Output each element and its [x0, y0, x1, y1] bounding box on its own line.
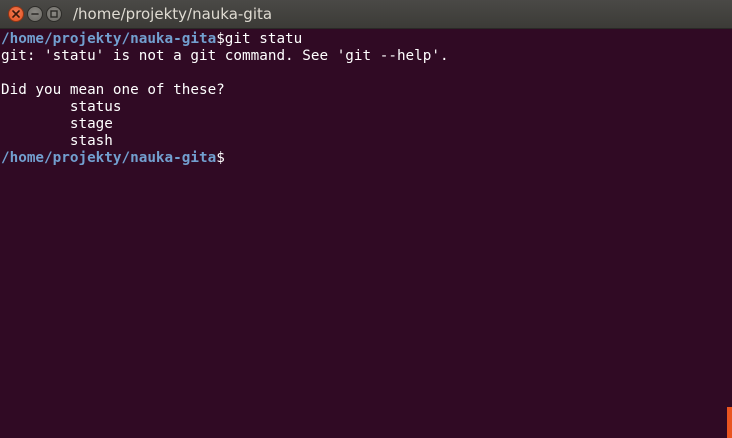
close-icon	[12, 10, 20, 18]
minimize-button[interactable]	[27, 6, 43, 22]
prompt-path: /home/projekty/nauka-gita	[1, 31, 217, 47]
error-line: git: 'statu' is not a git command. See '…	[1, 48, 449, 64]
resize-handle[interactable]	[727, 407, 732, 438]
suggestion-item: status	[1, 99, 122, 115]
command-line: /home/projekty/nauka-gita$git statu	[1, 31, 732, 48]
active-prompt-line: /home/projekty/nauka-gita$	[1, 150, 732, 167]
title-bar: /home/projekty/nauka-gita	[0, 0, 732, 29]
terminal-window: /home/projekty/nauka-gita /home/projekty…	[0, 0, 732, 438]
terminal-output[interactable]: /home/projekty/nauka-gita$git statu git:…	[1, 31, 732, 438]
window-title: /home/projekty/nauka-gita	[73, 5, 273, 23]
prompt-symbol: $	[216, 31, 225, 47]
prompt-symbol: $	[216, 150, 225, 166]
typed-command: git statu	[224, 31, 303, 47]
minimize-icon	[31, 13, 39, 15]
suggestion-item: stage	[1, 116, 113, 132]
maximize-button[interactable]	[46, 6, 62, 22]
suggestion-header: Did you mean one of these?	[1, 82, 225, 98]
close-button[interactable]	[8, 6, 24, 22]
prompt-path: /home/projekty/nauka-gita	[1, 150, 217, 166]
suggestion-item: stash	[1, 133, 113, 149]
maximize-icon	[50, 10, 58, 18]
